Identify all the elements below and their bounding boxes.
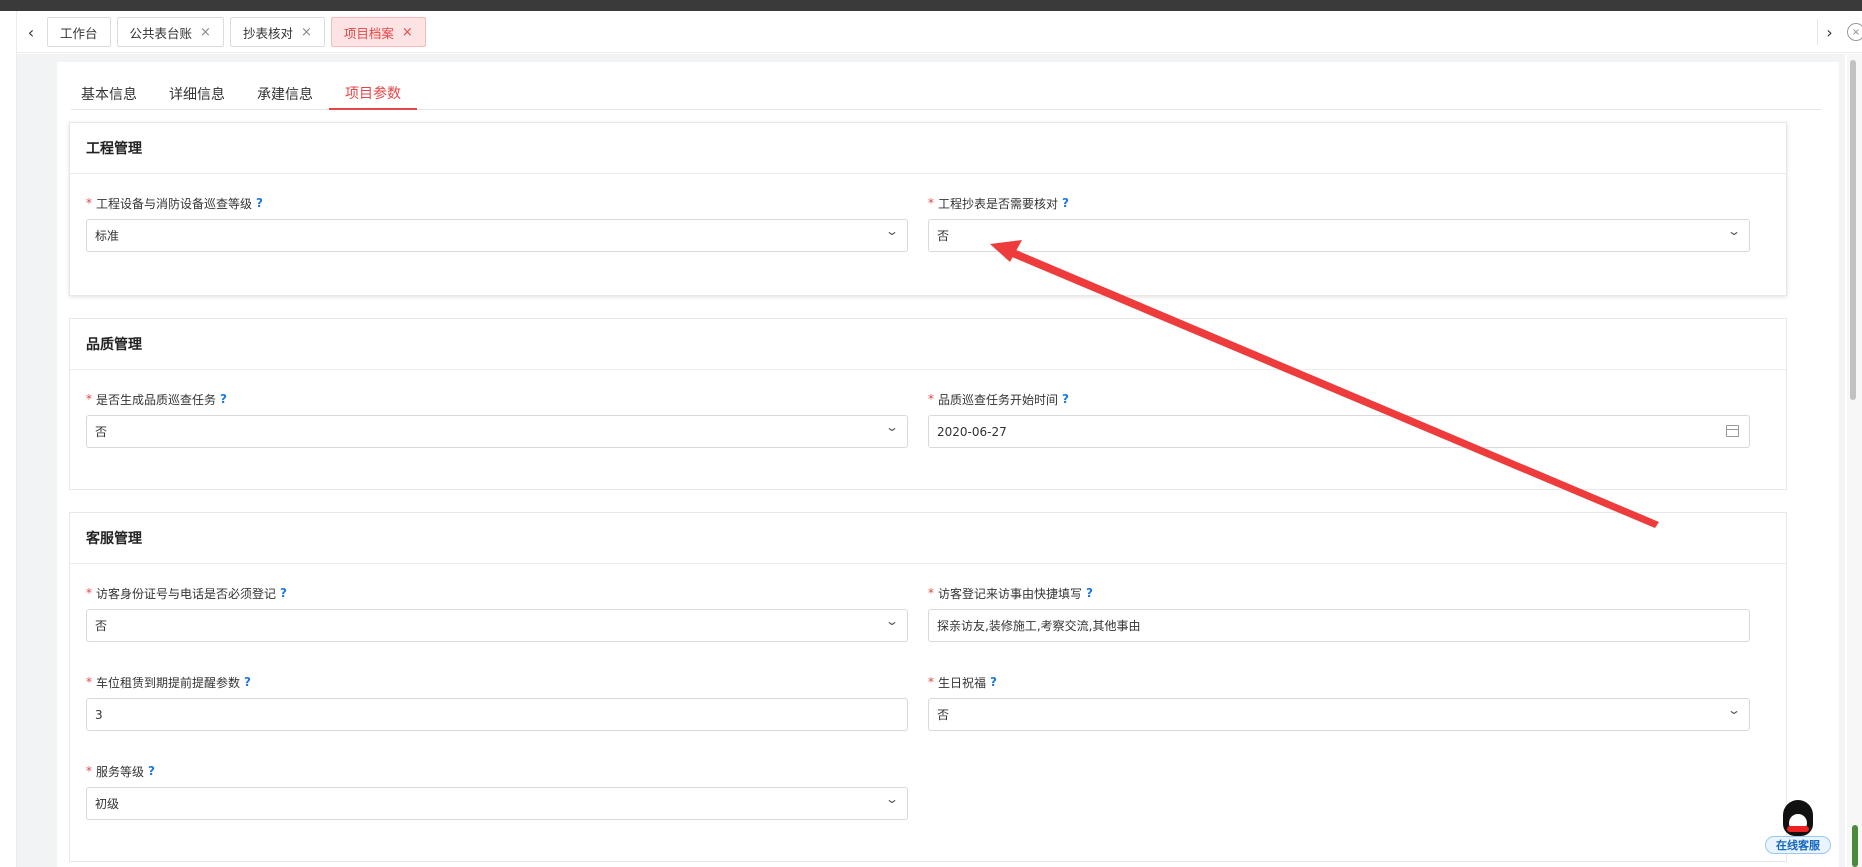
select-value: 标准: [95, 229, 120, 243]
field-label: 访客登记来访事由快捷填写: [938, 586, 1083, 601]
tab-project-archive[interactable]: 项目档案 ×: [330, 17, 426, 47]
calendar-icon: [1726, 425, 1739, 437]
left-gutter: [0, 11, 17, 867]
field-label: 品质巡查任务开始时间: [938, 392, 1059, 407]
subtab-project-params[interactable]: 项目参数: [329, 78, 417, 110]
subtab-construction-info[interactable]: 承建信息: [247, 78, 323, 110]
field-parking-lease-reminder: * 车位租赁到期提前提醒参数? 3: [86, 672, 908, 731]
required-mark: *: [86, 196, 92, 210]
scrollbar-thumb-secondary[interactable]: [1852, 825, 1858, 867]
chevron-down-icon: ⌄: [884, 420, 900, 434]
field-label: 车位租赁到期提前提醒参数: [96, 675, 241, 690]
online-service-widget[interactable]: 在线客服: [1765, 800, 1831, 860]
close-icon[interactable]: ×: [200, 25, 211, 40]
help-icon[interactable]: ?: [1062, 392, 1069, 406]
tab-meter-check[interactable]: 抄表核对 ×: [229, 17, 325, 47]
open-page-tabs: 工作台 公共表台账 × 抄表核对 × 项目档案 ×: [47, 17, 426, 47]
field-label: 工程抄表是否需要核对: [938, 196, 1059, 211]
window-top-bar: [0, 0, 1862, 11]
required-mark: *: [86, 675, 92, 689]
field-label: 是否生成品质巡查任务: [96, 392, 217, 407]
quality-start-date-picker[interactable]: 2020-06-27: [928, 415, 1750, 448]
section-title: 品质管理: [70, 319, 1786, 370]
tab-scroll-right-button[interactable]: ›: [1817, 19, 1841, 45]
field-service-level: * 服务等级? 初级 ⌄: [86, 761, 908, 820]
tab-workbench[interactable]: 工作台: [47, 17, 111, 47]
chevron-down-icon: ⌄: [884, 614, 900, 628]
help-icon[interactable]: ?: [280, 586, 287, 600]
help-icon[interactable]: ?: [148, 764, 155, 778]
service-level-select[interactable]: 初级 ⌄: [86, 787, 908, 820]
customer-service-section: 客服管理 * 访客身份证号与电话是否必须登记? 否 ⌄ * 访客登记来访事由快捷填写?…: [69, 512, 1787, 862]
select-value: 否: [95, 619, 108, 633]
help-icon[interactable]: ?: [1086, 586, 1093, 600]
input-value: 探亲访友,装修施工,考察交流,其他事由: [937, 619, 1141, 633]
quality-task-select[interactable]: 否 ⌄: [86, 415, 908, 448]
birthday-greeting-select[interactable]: 否 ⌄: [928, 698, 1750, 731]
tab-label: 工作台: [60, 25, 98, 41]
page-tab-bar: ‹ 工作台 公共表台账 × 抄表核对 × 项目档案 × › ×: [17, 11, 1862, 53]
required-mark: *: [928, 675, 934, 689]
tab-public-meter-ledger[interactable]: 公共表台账 ×: [116, 17, 224, 47]
penguin-icon: [1783, 800, 1813, 836]
field-visitor-id-required: * 访客身份证号与电话是否必须登记? 否 ⌄: [86, 583, 908, 642]
section-title: 客服管理: [70, 513, 1786, 564]
project-archive-panel: 基本信息 详细信息 承建信息 项目参数 工程管理 * 工程设备与消防设备巡查等级?…: [57, 62, 1839, 867]
page-area: 基本信息 详细信息 承建信息 项目参数 工程管理 * 工程设备与消防设备巡查等级?…: [17, 54, 1845, 867]
required-mark: *: [86, 586, 92, 600]
help-icon[interactable]: ?: [1062, 196, 1069, 210]
field-label: 生日祝福: [938, 675, 987, 690]
chevron-right-icon: ›: [1826, 22, 1833, 42]
required-mark: *: [86, 392, 92, 406]
tab-label: 抄表核对: [242, 25, 293, 41]
engineering-section: 工程管理 * 工程设备与消防设备巡查等级? 标准 ⌄ * 工程抄表是否需要核对? 否 ⌄: [69, 122, 1787, 296]
meter-check-select[interactable]: 否 ⌄: [928, 219, 1750, 252]
close-icon[interactable]: ×: [301, 25, 312, 40]
subtab-detail-info[interactable]: 详细信息: [159, 78, 235, 110]
field-quality-start-date: * 品质巡查任务开始时间? 2020-06-27: [928, 389, 1750, 448]
required-mark: *: [928, 586, 934, 600]
field-quality-task: * 是否生成品质巡查任务? 否 ⌄: [86, 389, 908, 448]
field-birthday-greeting: * 生日祝福? 否 ⌄: [928, 672, 1750, 731]
tab-scroll-left-button[interactable]: ‹: [19, 19, 43, 45]
visitor-id-select[interactable]: 否 ⌄: [86, 609, 908, 642]
field-visit-reason-shortcuts: * 访客登记来访事由快捷填写? 探亲访友,装修施工,考察交流,其他事由: [928, 583, 1750, 642]
subtab-basic-info[interactable]: 基本信息: [71, 78, 147, 110]
chevron-down-icon: ⌄: [884, 224, 900, 238]
chevron-down-icon: ⌄: [1726, 703, 1742, 717]
required-mark: *: [928, 392, 934, 406]
close-all-tabs-icon[interactable]: ×: [1847, 23, 1862, 41]
archive-subtabs: 基本信息 详细信息 承建信息 项目参数: [71, 78, 1821, 110]
field-meter-check-required: * 工程抄表是否需要核对? 否 ⌄: [928, 193, 1750, 252]
help-icon[interactable]: ?: [990, 675, 997, 689]
quality-section: 品质管理 * 是否生成品质巡查任务? 否 ⌄ * 品质巡查任务开始时间? 2020-0…: [69, 318, 1787, 490]
visit-reason-input[interactable]: 探亲访友,装修施工,考察交流,其他事由: [928, 609, 1750, 642]
select-value: 初级: [95, 797, 120, 811]
chevron-down-icon: ⌄: [884, 792, 900, 806]
required-mark: *: [86, 764, 92, 778]
parking-reminder-input[interactable]: 3: [86, 698, 908, 731]
tab-label: 公共表台账: [129, 25, 193, 41]
field-inspection-level: * 工程设备与消防设备巡查等级? 标准 ⌄: [86, 193, 908, 252]
select-value: 否: [95, 425, 108, 439]
tab-label: 项目档案: [343, 25, 394, 41]
field-label: 工程设备与消防设备巡查等级: [96, 196, 253, 211]
chevron-down-icon: ⌄: [1726, 224, 1742, 238]
help-icon[interactable]: ?: [244, 675, 251, 689]
section-title: 工程管理: [70, 123, 1786, 174]
select-value: 否: [937, 229, 950, 243]
field-label: 服务等级: [96, 764, 145, 779]
inspection-level-select[interactable]: 标准 ⌄: [86, 219, 908, 252]
chevron-left-icon: ‹: [27, 22, 35, 42]
close-icon[interactable]: ×: [402, 25, 413, 40]
select-value: 否: [937, 708, 950, 722]
input-value: 3: [95, 707, 103, 722]
date-value: 2020-06-27: [937, 424, 1007, 439]
scrollbar-thumb[interactable]: [1850, 60, 1856, 400]
help-icon[interactable]: ?: [220, 392, 227, 406]
field-label: 访客身份证号与电话是否必须登记: [96, 586, 277, 601]
online-service-label: 在线客服: [1765, 836, 1831, 854]
required-mark: *: [928, 196, 934, 210]
help-icon[interactable]: ?: [256, 196, 263, 210]
